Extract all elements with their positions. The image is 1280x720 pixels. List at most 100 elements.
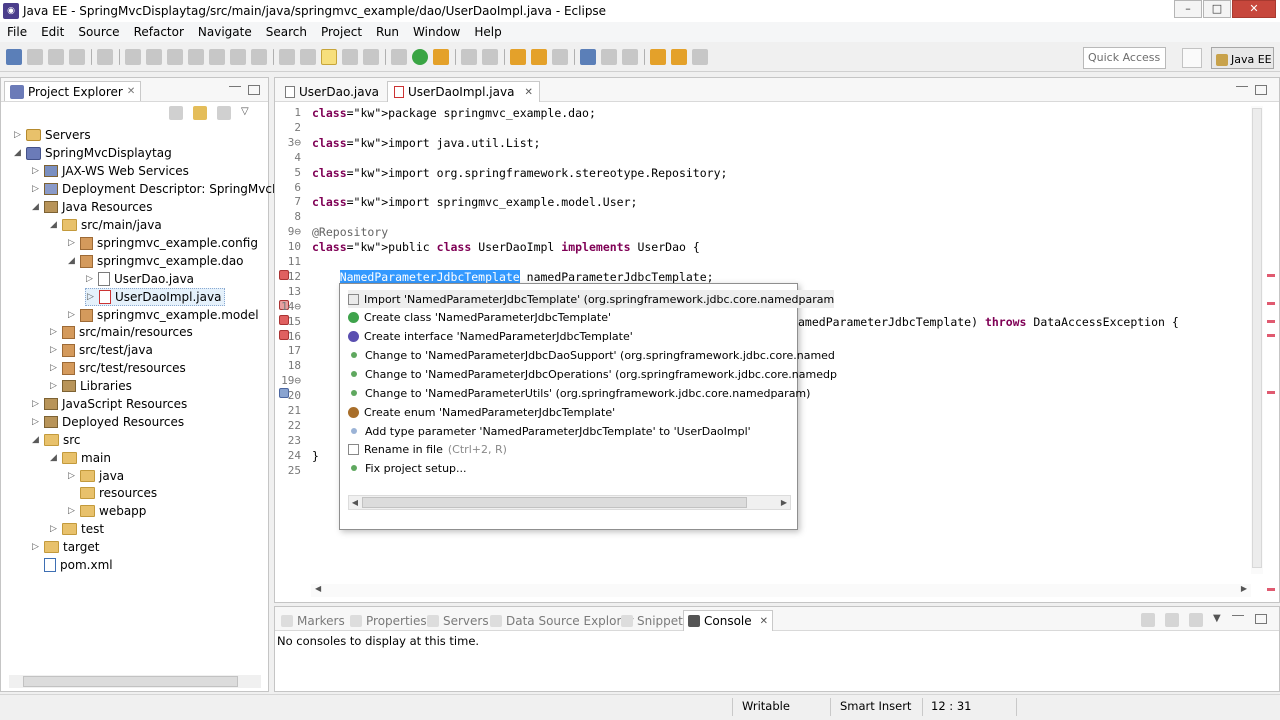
maximize-console-icon[interactable]	[1255, 614, 1267, 624]
tree-item-target[interactable]: ▷ target	[31, 538, 99, 556]
terminate-icon[interactable]	[167, 49, 183, 65]
new-server-icon[interactable]	[461, 49, 477, 65]
code-line[interactable]: NamedParameterJdbcTemplate namedParamete…	[312, 269, 714, 284]
tree-item-package-config[interactable]: ▷ springmvc_example.config	[67, 234, 258, 252]
overview-error-mark[interactable]	[1267, 302, 1275, 305]
quickfix-item-change-dao-support[interactable]: Change to 'NamedParameterJdbcDaoSupport'…	[348, 346, 835, 364]
quickfix-item-create-class[interactable]: Create class 'NamedParameterJdbcTemplate…	[348, 308, 611, 326]
selected-type-token[interactable]: NamedParameterJdbcTemplate	[339, 269, 520, 284]
tree-item-java-folder[interactable]: ▷ java	[67, 467, 124, 485]
open-type-icon[interactable]	[510, 49, 526, 65]
tree-item-deployment-descriptor[interactable]: ▷ Deployment Descriptor: SpringMvcDispla	[31, 180, 309, 198]
save-all-icon[interactable]	[48, 49, 64, 65]
popup-scroll-thumb[interactable]	[362, 497, 747, 508]
toggle-whitespace-icon[interactable]	[300, 49, 316, 65]
editor-horizontal-scrollbar[interactable]: ◀ ▶	[311, 584, 1251, 597]
open-perspective-button[interactable]	[1182, 48, 1202, 68]
link-with-editor-icon[interactable]	[193, 106, 207, 120]
word-wrap-icon[interactable]	[342, 49, 358, 65]
tree-item-libraries[interactable]: ▷ Libraries	[49, 377, 132, 395]
quickfix-item-rename-in-file[interactable]: Rename in file (Ctrl+2, R)	[348, 440, 507, 458]
tree-item-src-main-java[interactable]: ◢ src/main/java	[49, 216, 162, 234]
new-class-icon[interactable]	[482, 49, 498, 65]
close-button[interactable]: ✕	[1232, 0, 1276, 18]
menu-search[interactable]: Search	[259, 25, 314, 39]
quickfix-item-add-type-parameter[interactable]: Add type parameter 'NamedParameterJdbcTe…	[348, 422, 751, 440]
tab-markers[interactable]: Markers	[277, 610, 349, 631]
quickfix-item-create-interface[interactable]: Create interface 'NamedParameterJdbcTemp…	[348, 327, 633, 345]
tab-data-source-explorer[interactable]: Data Source Explorer	[486, 610, 637, 631]
filter-icon[interactable]	[217, 106, 231, 120]
annotation-icon[interactable]	[601, 49, 617, 65]
maximize-button[interactable]: □	[1203, 0, 1231, 18]
tree-item-src-main-resources[interactable]: ▷ src/main/resources	[49, 323, 193, 341]
maximize-editor-icon[interactable]	[1255, 85, 1267, 95]
tree-item-userdao-java[interactable]: ▷ UserDao.java	[85, 270, 194, 288]
overview-error-mark[interactable]	[1267, 274, 1275, 277]
quick-access-input[interactable]: Quick Access	[1083, 47, 1166, 69]
collapse-all-icon[interactable]	[169, 106, 183, 120]
menu-navigate[interactable]: Navigate	[191, 25, 259, 39]
explorer-scroll-thumb[interactable]	[23, 676, 238, 687]
code-line[interactable]: @Repository	[312, 225, 388, 239]
quickfix-item-import[interactable]: Import 'NamedParameterJdbcTemplate' (org…	[348, 290, 835, 308]
overview-error-mark[interactable]	[1267, 334, 1275, 337]
code-line[interactable]: }	[312, 449, 319, 463]
disconnect-icon[interactable]	[188, 49, 204, 65]
minimize-button[interactable]: –	[1174, 0, 1202, 18]
step-return-icon[interactable]	[251, 49, 267, 65]
overview-error-mark[interactable]	[1267, 588, 1275, 591]
menu-file[interactable]: File	[0, 25, 34, 39]
tree-item-package-dao[interactable]: ◢ springmvc_example.dao	[67, 252, 244, 270]
open-console-icon[interactable]	[1189, 613, 1203, 627]
scroll-right-icon[interactable]: ▶	[1241, 584, 1247, 593]
view-menu-icon[interactable]: ▼	[1213, 613, 1221, 627]
perspective-java-ee[interactable]: Java EE	[1211, 47, 1274, 69]
external-tools-icon[interactable]	[433, 49, 449, 65]
maximize-view-icon[interactable]	[248, 85, 260, 95]
last-edit-icon[interactable]	[671, 49, 687, 65]
tree-item-userdaoimpl-java[interactable]: ▷ UserDaoImpl.java	[85, 288, 226, 306]
menu-window[interactable]: Window	[406, 25, 467, 39]
tab-properties[interactable]: Properties	[346, 610, 431, 631]
tree-item-pom-xml[interactable]: pom.xml	[31, 556, 113, 574]
overview-error-mark[interactable]	[1267, 391, 1275, 394]
show-whitespace-icon[interactable]	[363, 49, 379, 65]
project-explorer-tab[interactable]: Project Explorer ✕	[4, 81, 142, 101]
explorer-horizontal-scrollbar[interactable]	[9, 675, 261, 688]
close-console-icon[interactable]: ✕	[760, 616, 768, 627]
code-line[interactable]: class="kw">package springmvc_example.dao…	[312, 106, 596, 120]
tab-userdaoimpl-java[interactable]: UserDaoImpl.java ✕	[387, 81, 540, 102]
print-icon[interactable]	[69, 49, 85, 65]
toggle-block-icon[interactable]	[279, 49, 295, 65]
suspend-icon[interactable]	[146, 49, 162, 65]
close-tab-icon[interactable]: ✕	[524, 87, 532, 98]
menu-source[interactable]: Source	[71, 25, 126, 39]
menu-edit[interactable]: Edit	[34, 25, 71, 39]
popup-horizontal-scrollbar[interactable]: ◀ ▶	[348, 495, 791, 510]
tab-userdao-java[interactable]: UserDao.java	[279, 81, 385, 102]
menu-run[interactable]: Run	[369, 25, 406, 39]
code-line[interactable]: class="kw">import java.util.List;	[312, 136, 541, 150]
tree-item-src-test-java[interactable]: ▷ src/test/java	[49, 341, 153, 359]
overview-error-mark[interactable]	[1267, 320, 1275, 323]
scroll-left-icon[interactable]: ◀	[349, 496, 361, 509]
step-over-icon[interactable]	[230, 49, 246, 65]
scroll-right-icon[interactable]: ▶	[778, 496, 790, 509]
tree-item-java-resources[interactable]: ◢ Java Resources	[31, 198, 152, 216]
code-line[interactable]: class="kw">import org.springframework.st…	[312, 166, 727, 180]
tree-item-resources-folder[interactable]: resources	[67, 484, 157, 502]
tree-item-test[interactable]: ▷ test	[49, 520, 104, 538]
tree-item-servers[interactable]: ▷ Servers	[13, 126, 91, 144]
tree-item-main[interactable]: ◢ main	[49, 449, 111, 467]
tree-item-src[interactable]: ◢ src	[31, 431, 81, 449]
close-view-icon[interactable]: ✕	[127, 86, 135, 97]
view-menu-icon[interactable]: ▽	[241, 106, 249, 120]
save-icon[interactable]	[27, 49, 43, 65]
quick-fix-popup[interactable]: Import 'NamedParameterJdbcTemplate' (org…	[339, 283, 837, 530]
menu-refactor[interactable]: Refactor	[127, 25, 191, 39]
tree-item-src-test-resources[interactable]: ▷ src/test/resources	[49, 359, 186, 377]
code-line[interactable]: class="kw">public class UserDaoImpl impl…	[312, 240, 700, 254]
pin-console-icon[interactable]	[1141, 613, 1155, 627]
code-line[interactable]: class="kw">import springmvc_example.mode…	[312, 195, 637, 209]
